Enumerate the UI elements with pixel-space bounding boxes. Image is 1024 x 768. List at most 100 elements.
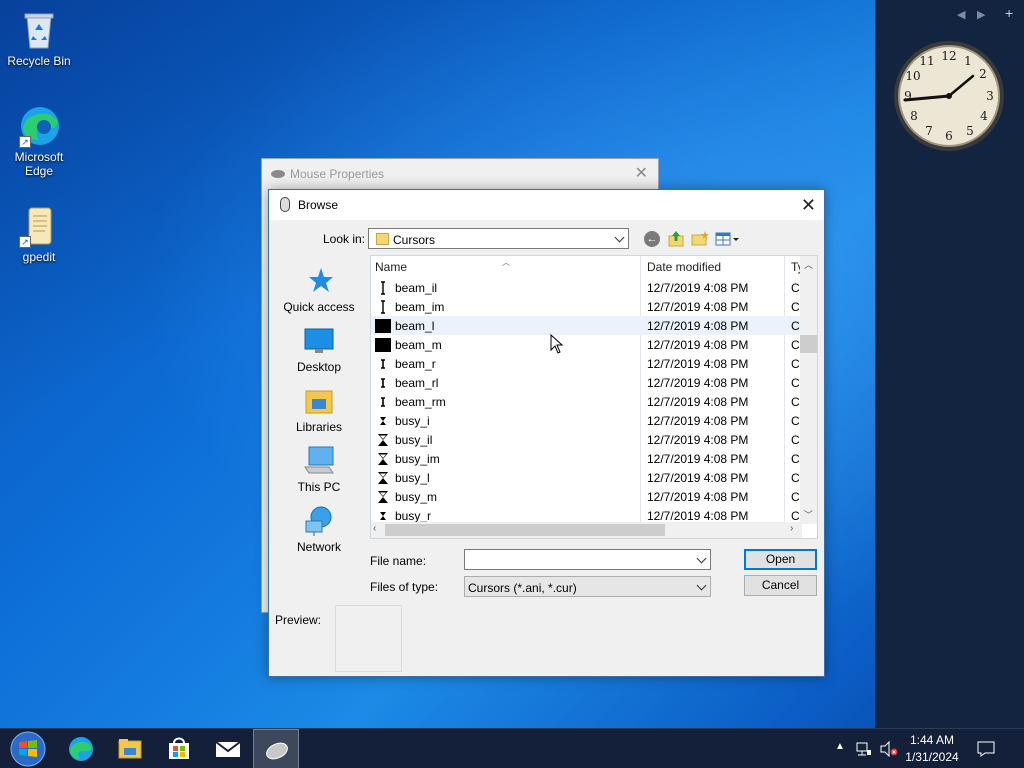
file-date-modified: 12/7/2019 4:08 PM bbox=[647, 471, 749, 485]
browse-dialog[interactable]: Browse ✕ Look in: Cursors ← Quick access… bbox=[268, 189, 825, 677]
file-name: beam_r bbox=[395, 357, 436, 371]
svg-text:3: 3 bbox=[986, 89, 994, 103]
file-date-modified: 12/7/2019 4:08 PM bbox=[647, 376, 749, 390]
files-of-type-value: Cursors (*.ani, *.cur) bbox=[468, 581, 577, 595]
add-gadget-icon[interactable]: + bbox=[1005, 5, 1013, 21]
scroll-right-icon[interactable]: › bbox=[790, 523, 793, 534]
place-libraries[interactable]: Libraries bbox=[278, 385, 360, 434]
shortcut-arrow-icon: ↗ bbox=[19, 136, 31, 148]
mouse-properties-title: Mouse Properties bbox=[290, 167, 385, 181]
taskbar-mail-icon[interactable] bbox=[204, 729, 252, 768]
back-icon[interactable]: ← bbox=[644, 231, 660, 247]
cursor-file-icon bbox=[375, 357, 391, 371]
file-name: busy_il bbox=[395, 433, 433, 447]
file-row[interactable]: busy_il 12/7/2019 4:08 PM Cu bbox=[371, 430, 806, 449]
desktop-icon-gpedit[interactable]: ↗ gpedit bbox=[3, 204, 75, 264]
file-row[interactable]: busy_i 12/7/2019 4:08 PM Cu bbox=[371, 411, 806, 430]
taskbar: ▲ 1:44 AM 1/31/2024 bbox=[0, 728, 1024, 768]
file-name: beam_im bbox=[395, 300, 445, 314]
desktop-icon-edge[interactable]: ↗ Microsoft Edge bbox=[3, 104, 75, 178]
edge-icon: ↗ bbox=[17, 104, 61, 148]
clock-time[interactable]: 1:44 AM bbox=[902, 733, 962, 747]
vertical-scrollbar[interactable]: ︿ ﹀ bbox=[800, 256, 817, 524]
next-icon[interactable]: ▶ bbox=[977, 8, 985, 21]
cursor-file-icon bbox=[375, 509, 391, 523]
file-row[interactable]: beam_il 12/7/2019 4:08 PM Cu bbox=[371, 278, 806, 297]
scroll-left-icon[interactable]: ‹ bbox=[373, 523, 376, 534]
taskbar-store-icon[interactable] bbox=[155, 729, 203, 768]
cursor-file-icon bbox=[375, 376, 391, 390]
browse-title: Browse bbox=[298, 198, 339, 212]
file-row[interactable]: beam_l 12/7/2019 4:08 PM Cu bbox=[371, 316, 806, 335]
clock-gadget[interactable]: 12 1 2 345 678 9 10 11 bbox=[893, 38, 1005, 154]
file-date-modified: 12/7/2019 4:08 PM bbox=[647, 395, 749, 409]
open-button[interactable]: Open bbox=[744, 549, 817, 570]
gpedit-label: gpedit bbox=[22, 250, 56, 264]
place-desktop[interactable]: Desktop bbox=[278, 325, 360, 374]
recycle-bin-label: Recycle Bin bbox=[7, 54, 71, 68]
new-folder-icon[interactable] bbox=[691, 230, 709, 247]
file-list[interactable]: Name ︿ Date modified Ty beam_il 12/7/2019… bbox=[370, 255, 818, 539]
look-in-dropdown[interactable]: Cursors bbox=[368, 228, 629, 249]
svg-text:11: 11 bbox=[919, 54, 934, 68]
file-row[interactable]: busy_im 12/7/2019 4:08 PM Cu bbox=[371, 449, 806, 468]
show-hidden-icons-icon[interactable]: ▲ bbox=[835, 741, 845, 752]
vertical-scroll-thumb[interactable] bbox=[800, 335, 817, 353]
scroll-up-icon[interactable]: ︿ bbox=[804, 258, 813, 271]
taskbar-file-explorer-icon[interactable] bbox=[106, 729, 154, 768]
mouse-properties-titlebar: Mouse Properties ✕ bbox=[262, 159, 658, 189]
file-name: beam_l bbox=[395, 319, 435, 333]
cursor-file-icon bbox=[375, 433, 391, 447]
file-row[interactable]: busy_m 12/7/2019 4:08 PM Cu bbox=[371, 487, 806, 506]
column-header-name[interactable]: Name bbox=[375, 256, 407, 278]
shortcut-arrow-icon: ↗ bbox=[19, 236, 31, 248]
view-menu-icon[interactable] bbox=[715, 231, 741, 247]
cursor-file-icon bbox=[375, 338, 391, 352]
horizontal-scrollbar[interactable]: ‹ › bbox=[371, 522, 802, 538]
file-row[interactable]: beam_rl 12/7/2019 4:08 PM Cu bbox=[371, 373, 806, 392]
network-status-icon[interactable] bbox=[856, 741, 872, 760]
volume-muted-icon[interactable] bbox=[880, 740, 898, 760]
file-date-modified: 12/7/2019 4:08 PM bbox=[647, 319, 749, 333]
taskbar-edge-icon[interactable] bbox=[57, 729, 105, 768]
desktop-icon-recycle-bin[interactable]: Recycle Bin bbox=[3, 8, 75, 68]
file-row[interactable]: beam_r 12/7/2019 4:08 PM Cu bbox=[371, 354, 806, 373]
place-network[interactable]: Network bbox=[278, 505, 360, 554]
edge-label-line2: Edge bbox=[24, 164, 54, 178]
files-of-type-dropdown[interactable]: Cursors (*.ani, *.cur) bbox=[464, 576, 711, 597]
horizontal-scroll-thumb[interactable] bbox=[385, 524, 665, 536]
file-date-modified: 12/7/2019 4:08 PM bbox=[647, 414, 749, 428]
file-row[interactable]: beam_rm 12/7/2019 4:08 PM Cu bbox=[371, 392, 806, 411]
svg-text:2: 2 bbox=[979, 67, 987, 81]
file-date-modified: 12/7/2019 4:08 PM bbox=[647, 300, 749, 314]
cursor-file-icon bbox=[375, 319, 391, 333]
file-row[interactable]: beam_im 12/7/2019 4:08 PM Cu bbox=[371, 297, 806, 316]
chevron-down-icon bbox=[696, 553, 707, 564]
up-folder-icon[interactable] bbox=[668, 230, 684, 247]
file-name-label: File name: bbox=[370, 554, 427, 568]
computer-icon bbox=[303, 445, 335, 477]
place-this-pc[interactable]: This PC bbox=[278, 445, 360, 494]
preview-label: Preview: bbox=[275, 613, 322, 627]
cancel-button[interactable]: Cancel bbox=[744, 575, 817, 596]
column-header-date-modified[interactable]: Date modified bbox=[647, 256, 721, 278]
cursor-file-icon bbox=[375, 452, 391, 466]
clock-date[interactable]: 1/31/2024 bbox=[902, 750, 962, 764]
file-name: beam_rl bbox=[395, 376, 439, 390]
file-row[interactable]: busy_l 12/7/2019 4:08 PM Cu bbox=[371, 468, 806, 487]
notifications-icon[interactable] bbox=[977, 740, 995, 761]
file-name: beam_rm bbox=[395, 395, 446, 409]
close-button[interactable]: ✕ bbox=[801, 195, 816, 216]
file-date-modified: 12/7/2019 4:08 PM bbox=[647, 338, 749, 352]
previous-icon[interactable]: ◀ bbox=[957, 8, 965, 21]
place-quick-access[interactable]: Quick access bbox=[278, 265, 360, 314]
scroll-down-icon[interactable]: ﹀ bbox=[804, 508, 813, 521]
start-button[interactable] bbox=[2, 729, 52, 768]
cursor-file-icon bbox=[375, 490, 391, 504]
file-name-input[interactable] bbox=[464, 549, 711, 570]
file-date-modified: 12/7/2019 4:08 PM bbox=[647, 452, 749, 466]
file-name: busy_l bbox=[395, 471, 430, 485]
taskbar-mouse-properties-icon[interactable] bbox=[253, 729, 299, 768]
close-icon[interactable]: ✕ bbox=[635, 159, 648, 189]
file-row[interactable]: beam_m 12/7/2019 4:08 PM Cu bbox=[371, 335, 806, 354]
